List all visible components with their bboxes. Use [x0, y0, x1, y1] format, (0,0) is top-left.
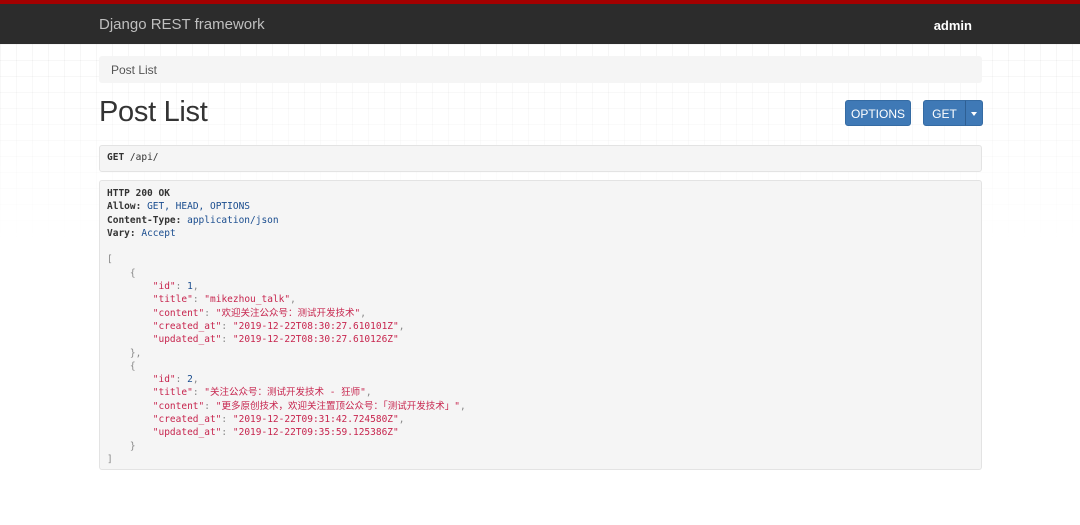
page-title: Post List: [99, 96, 208, 128]
json-content-value: 更多原创技术，欢迎关注置顶公众号：「测试开发技术」: [221, 400, 455, 412]
json-title-value: mikezhou_talk: [210, 294, 285, 306]
breadcrumb: Post List: [99, 56, 982, 83]
breadcrumb-item-post-list[interactable]: Post List: [111, 63, 157, 77]
get-button[interactable]: GET: [923, 100, 966, 126]
user-menu[interactable]: admin: [934, 18, 972, 33]
header-value: application/json: [187, 214, 279, 226]
header-name: Content-Type:: [107, 214, 182, 226]
status-line: HTTP 200 OK: [107, 188, 170, 199]
caret-down-icon: [971, 111, 977, 116]
json-created-at-value: 2019-12-22T09:31:42.724580Z: [238, 414, 394, 426]
header-value: GET, HEAD, OPTIONS: [147, 201, 251, 213]
get-format-dropdown-button[interactable]: [965, 100, 983, 126]
header-name: Vary:: [107, 227, 136, 239]
header-value: Accept: [141, 227, 176, 239]
json-updated-at-value: 2019-12-22T08:30:27.610126Z: [238, 334, 394, 346]
request-method: GET: [107, 152, 125, 163]
request-info: GET /api/: [99, 145, 982, 172]
json-created-at-value: 2019-12-22T08:30:27.610101Z: [238, 320, 394, 332]
request-path: /api/: [129, 152, 159, 163]
brand-link[interactable]: Django REST framework: [99, 16, 265, 33]
options-button[interactable]: OPTIONS: [845, 100, 911, 126]
json-title-value: 关注公众号：测试开发技术 - 狂师: [210, 387, 361, 399]
json-updated-at-value: 2019-12-22T09:35:59.125386Z: [238, 427, 394, 439]
response-info: HTTP 200 OK Allow: GET, HEAD, OPTIONS Co…: [99, 180, 982, 470]
json-content-value: 欢迎关注公众号：测试开发技术: [221, 307, 355, 319]
header-name: Allow:: [107, 201, 142, 213]
navbar: Django REST framework admin: [0, 0, 1080, 44]
